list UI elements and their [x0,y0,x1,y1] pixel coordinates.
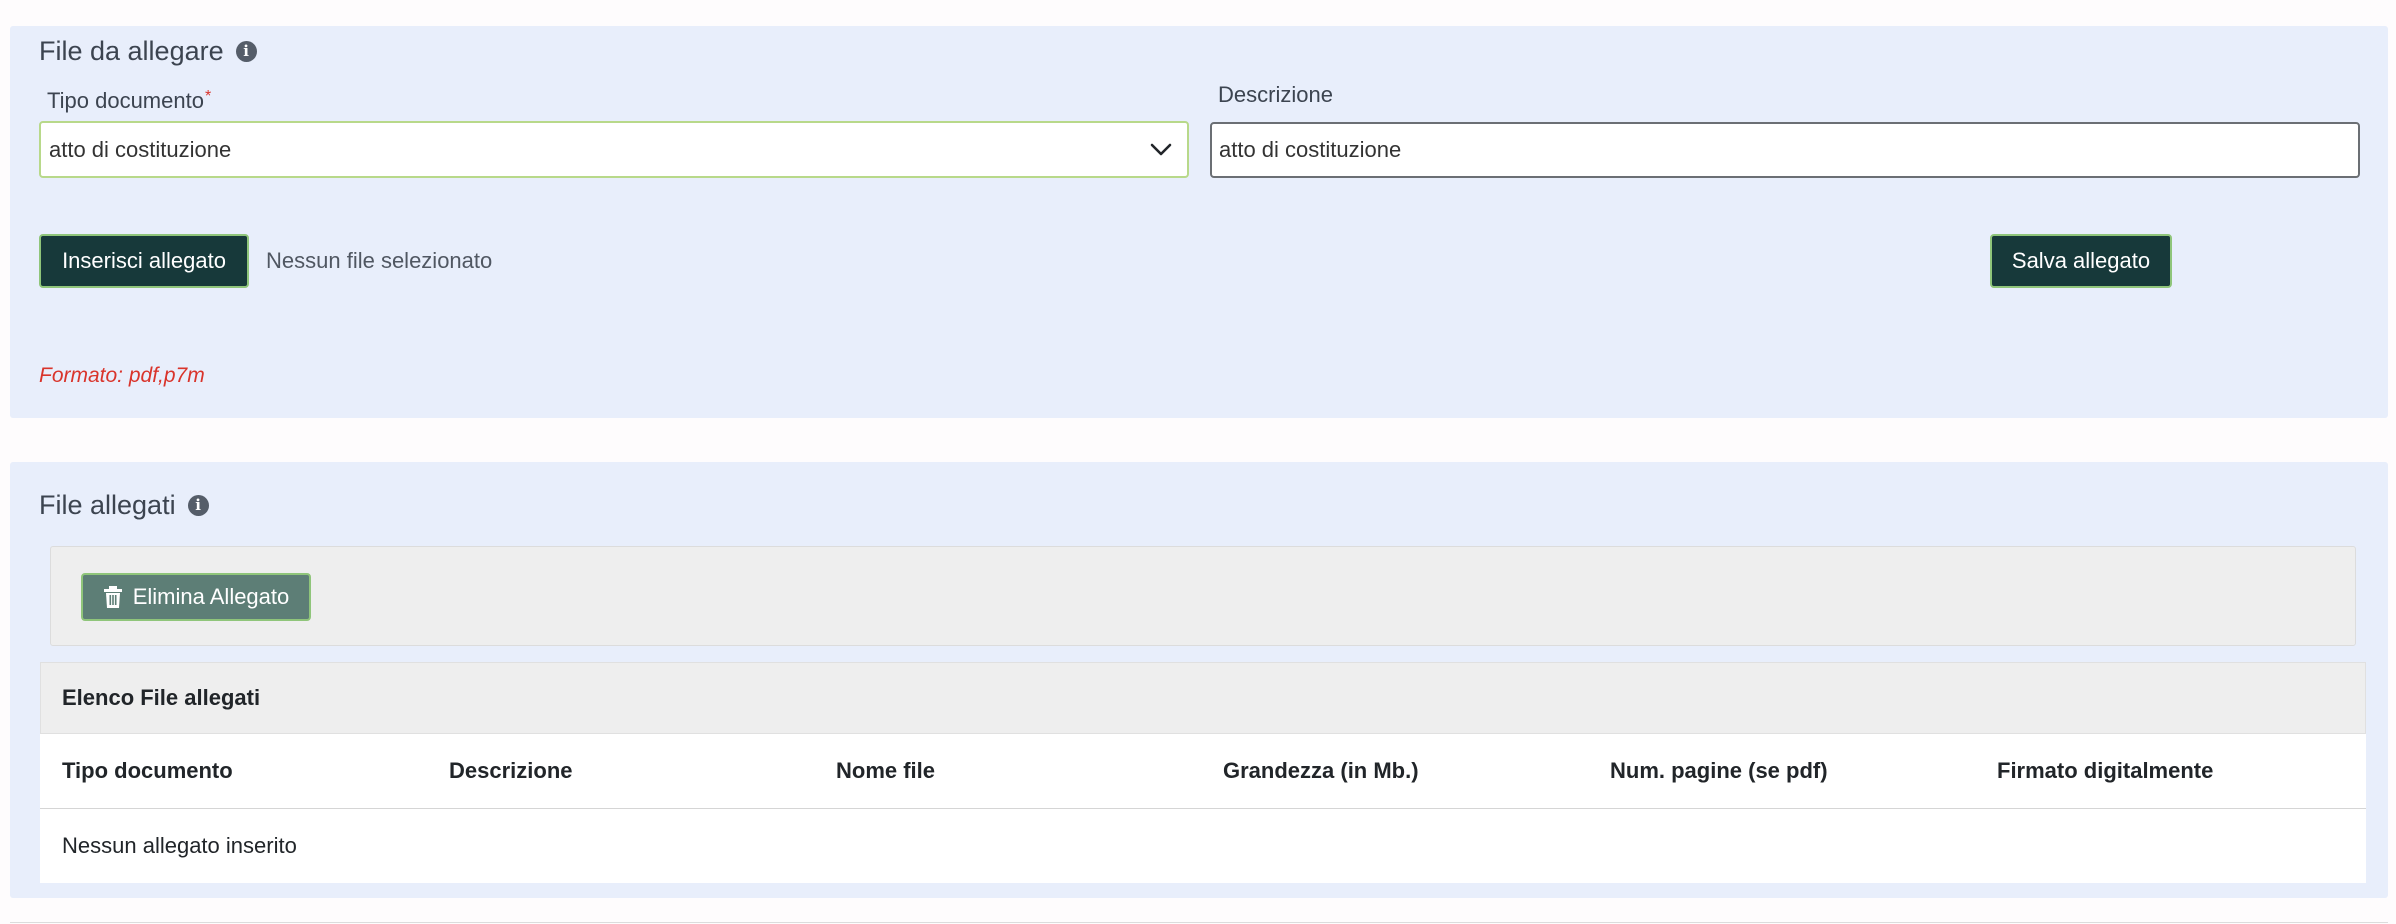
attached-panel-title: File allegati i [39,490,209,521]
delete-attachment-button[interactable]: Elimina Allegato [81,573,311,621]
table-row: Nessun allegato inserito [40,809,2366,884]
doc-type-label-text: Tipo documento [47,88,204,113]
upload-title-text: File da allegare [39,36,224,66]
empty-table-message: Nessun allegato inserito [62,833,297,858]
description-input[interactable] [1210,122,2360,178]
attached-files-panel: File allegati i Elimina Allegato Elenco … [10,462,2388,898]
table-header-row: Tipo documento Descrizione Nome file Gra… [40,734,2366,809]
info-icon[interactable]: i [187,495,209,516]
doc-type-select[interactable]: atto di costituzione [39,121,1189,178]
required-asterisk: * [204,88,212,105]
attachments-toolbar: Elimina Allegato [50,546,2356,646]
column-header-size[interactable]: Grandezza (in Mb.) [1201,734,1588,809]
doc-type-selected-value: atto di costituzione [49,136,232,162]
attachments-list-header: Elenco File allegati [40,662,2366,734]
column-header-signed[interactable]: Firmato digitalmente [1975,734,2366,809]
upload-panel: File da allegare i Tipo documento* atto … [10,26,2388,418]
column-header-file-name[interactable]: Nome file [814,734,1201,809]
info-icon[interactable]: i [235,41,257,62]
no-file-selected-text: Nessun file selezionato [266,248,493,273]
attached-title-text: File allegati [39,490,176,520]
column-header-doc-type[interactable]: Tipo documento [40,734,427,809]
insert-attachment-button[interactable]: Inserisci allegato [39,234,249,288]
column-header-description[interactable]: Descrizione [427,734,814,809]
description-label: Descrizione [1218,82,1333,107]
trash-icon [103,586,122,608]
column-header-pages[interactable]: Num. pagine (se pdf) [1588,734,1975,809]
attachments-list-title: Elenco File allegati [62,685,261,710]
doc-type-label: Tipo documento* [47,88,211,114]
attachments-table: Tipo documento Descrizione Nome file Gra… [40,734,2366,883]
chevron-down-icon [1150,143,1172,156]
format-note: Formato: pdf,p7m [39,364,205,387]
save-attachment-button[interactable]: Salva allegato [1990,234,2172,288]
divider [10,922,2388,923]
delete-attachment-label: Elimina Allegato [132,584,290,609]
upload-panel-title: File da allegare i [39,36,257,67]
